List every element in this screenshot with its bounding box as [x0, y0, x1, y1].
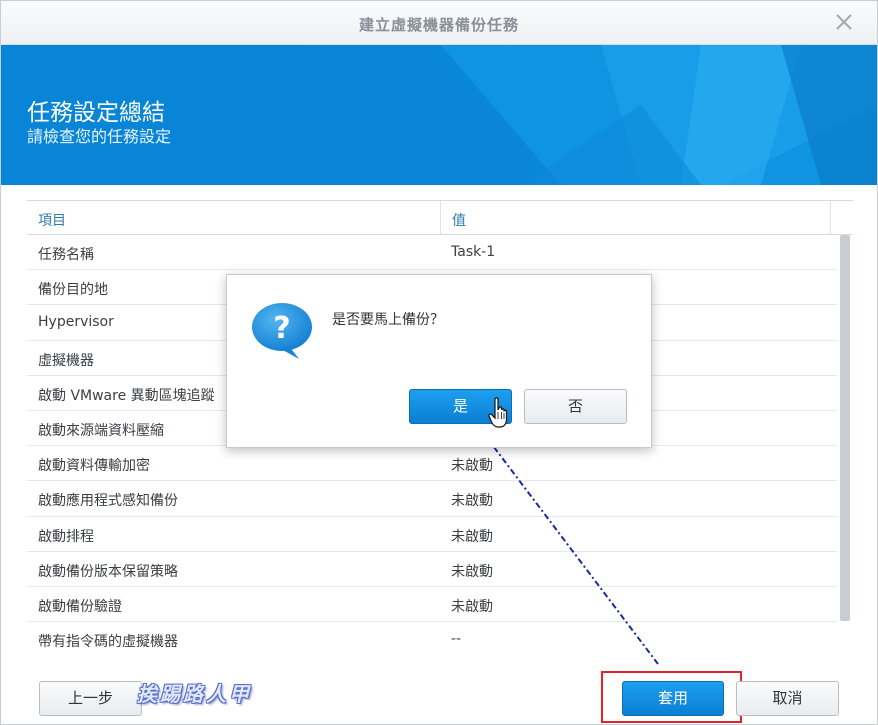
window-title: 建立虛擬機器備份任務 — [358, 16, 519, 34]
wizard-footer: 上一步 挨踢路人甲 套用 取消 — [1, 661, 877, 725]
table-row: 啟動排程 未啟動 — [27, 517, 837, 552]
cancel-button[interactable]: 取消 — [736, 681, 839, 716]
no-button[interactable]: 否 — [524, 389, 627, 424]
apply-button[interactable]: 套用 — [622, 681, 724, 716]
title-bar: 建立虛擬機器備份任務 — [1, 1, 877, 45]
column-header-item[interactable]: 項目 — [27, 201, 441, 234]
summary-heading: 任務設定總結 — [27, 100, 165, 126]
column-header-value[interactable]: 值 — [441, 201, 831, 234]
summary-banner: 任務設定總結 請檢查您的任務設定 — [1, 45, 877, 185]
table-row: 啟動備份版本保留策略 未啟動 — [27, 552, 837, 587]
table-row: 啟動備份驗證 未啟動 — [27, 587, 837, 623]
table-header: 項目 值 — [27, 200, 853, 235]
question-icon: ? — [252, 303, 312, 359]
previous-button[interactable]: 上一步 — [39, 681, 142, 716]
table-row: 啟動應用程式感知備份 未啟動 — [27, 481, 837, 517]
table-row: 任務名稱 Task-1 — [27, 235, 837, 271]
table-row: 啟動資料傳輸加密 未啟動 — [27, 446, 837, 482]
hand-cursor-icon — [488, 397, 508, 428]
dialog-message: 是否要馬上備份？ — [332, 312, 444, 328]
svg-text:?: ? — [273, 311, 290, 346]
summary-subheading: 請檢查您的任務設定 — [27, 127, 172, 146]
table-row: 帶有指令碼的虛擬機器 -- — [38, 631, 462, 651]
close-icon — [836, 14, 852, 30]
table-scrollbar[interactable] — [840, 235, 850, 621]
close-button[interactable] — [833, 11, 855, 33]
watermark-text: 挨踢路人甲 — [137, 682, 252, 706]
confirm-dialog: ? 是否要馬上備份？ 是 否 — [226, 274, 652, 448]
